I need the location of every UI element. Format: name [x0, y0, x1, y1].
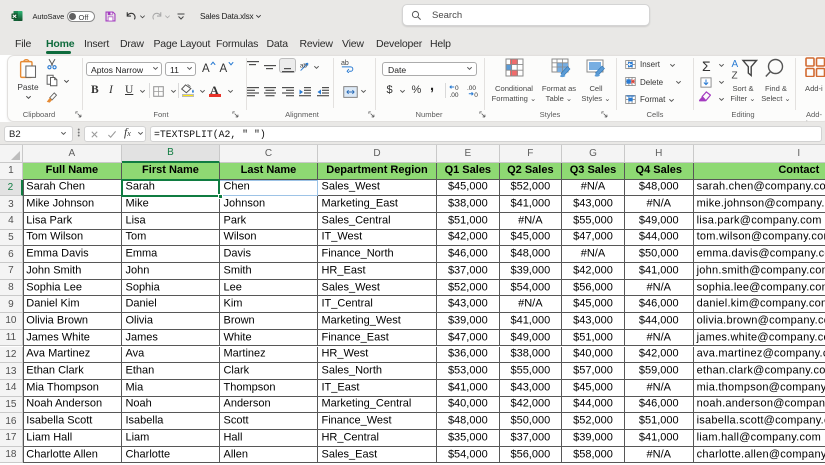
- svg-text:A: A: [732, 59, 739, 70]
- svg-text:ab: ab: [300, 62, 308, 69]
- svg-text:Z: Z: [732, 70, 738, 80]
- svg-text:0: 0: [474, 92, 478, 97]
- svg-text:.00: .00: [449, 92, 458, 97]
- svg-text:ab: ab: [341, 60, 349, 67]
